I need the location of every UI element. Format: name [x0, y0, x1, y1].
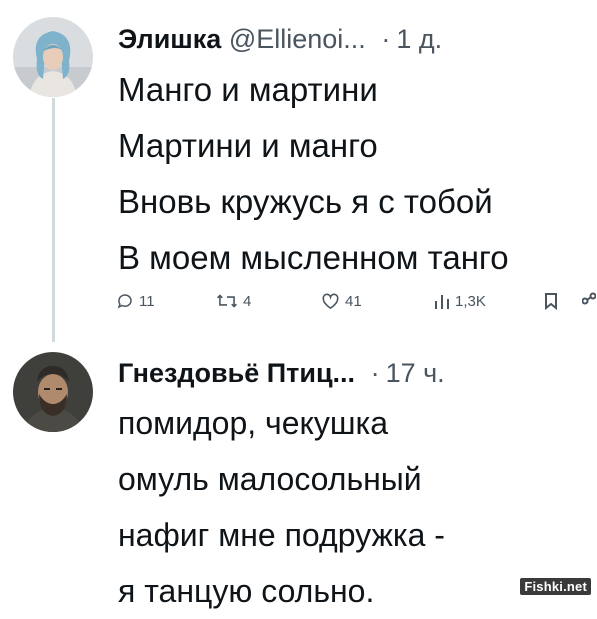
share-icon	[582, 292, 596, 310]
user-handle[interactable]: @Ellienoi...	[229, 24, 366, 54]
tweet-text-line: Манго и мартини	[118, 71, 378, 108]
avatar-elishka-image	[13, 17, 93, 97]
retweet-button[interactable]: 4	[216, 286, 251, 316]
bookmark-icon	[544, 292, 558, 310]
views-icon	[434, 292, 450, 310]
reply-button[interactable]: 11	[116, 286, 155, 316]
avatar[interactable]	[13, 352, 93, 432]
like-icon	[321, 292, 340, 310]
tweet-text-line: нафиг мне подружка -	[118, 517, 445, 553]
tweet-header: Гнездовьё Птиц... · 17 ч.	[118, 356, 445, 390]
watermark: Fishki.net	[520, 578, 591, 595]
tweet-text-line: я танцую сольно.	[118, 573, 375, 609]
tweet-text: помидор, чекушка омуль малосольный нафиг…	[118, 395, 445, 619]
tweet-text-line: Вновь кружусь я с тобой	[118, 183, 493, 220]
bookmark-button[interactable]	[544, 286, 558, 316]
display-name[interactable]: Элишка	[118, 24, 221, 54]
avatar[interactable]	[13, 17, 93, 97]
tweet-time[interactable]: 1 д.	[396, 24, 442, 54]
separator-dot: ·	[381, 24, 391, 54]
thread-connector-line	[52, 98, 55, 342]
tweet-time[interactable]: 17 ч.	[386, 358, 445, 388]
reply-icon	[116, 292, 134, 310]
tweet-text: Манго и мартини Мартини и манго Вновь кр…	[118, 62, 509, 286]
tweet-text-line: омуль малосольный	[118, 461, 422, 497]
retweet-count: 4	[243, 292, 252, 310]
separator-dot: ·	[370, 358, 380, 388]
share-button[interactable]	[582, 286, 596, 316]
tweet-text-line: В моем мысленном танго	[118, 239, 509, 276]
reply-count: 11	[139, 292, 155, 310]
views-button[interactable]: 1,3K	[434, 286, 486, 316]
tweet-text-line: помидор, чекушка	[118, 405, 389, 441]
avatar-gnezdovye-image	[13, 352, 93, 432]
tweet-text-line: Мартини и манго	[118, 127, 378, 164]
tweet-action-bar: 11 4 41 1,3K	[116, 286, 597, 316]
views-count: 1,3K	[455, 292, 486, 310]
like-button[interactable]: 41	[321, 286, 362, 316]
tweet-header: Элишка @Ellienoi... · 1 д.	[118, 22, 442, 56]
like-count: 41	[345, 292, 362, 310]
retweet-icon	[216, 292, 238, 310]
display-name[interactable]: Гнездовьё Птиц...	[118, 358, 355, 388]
